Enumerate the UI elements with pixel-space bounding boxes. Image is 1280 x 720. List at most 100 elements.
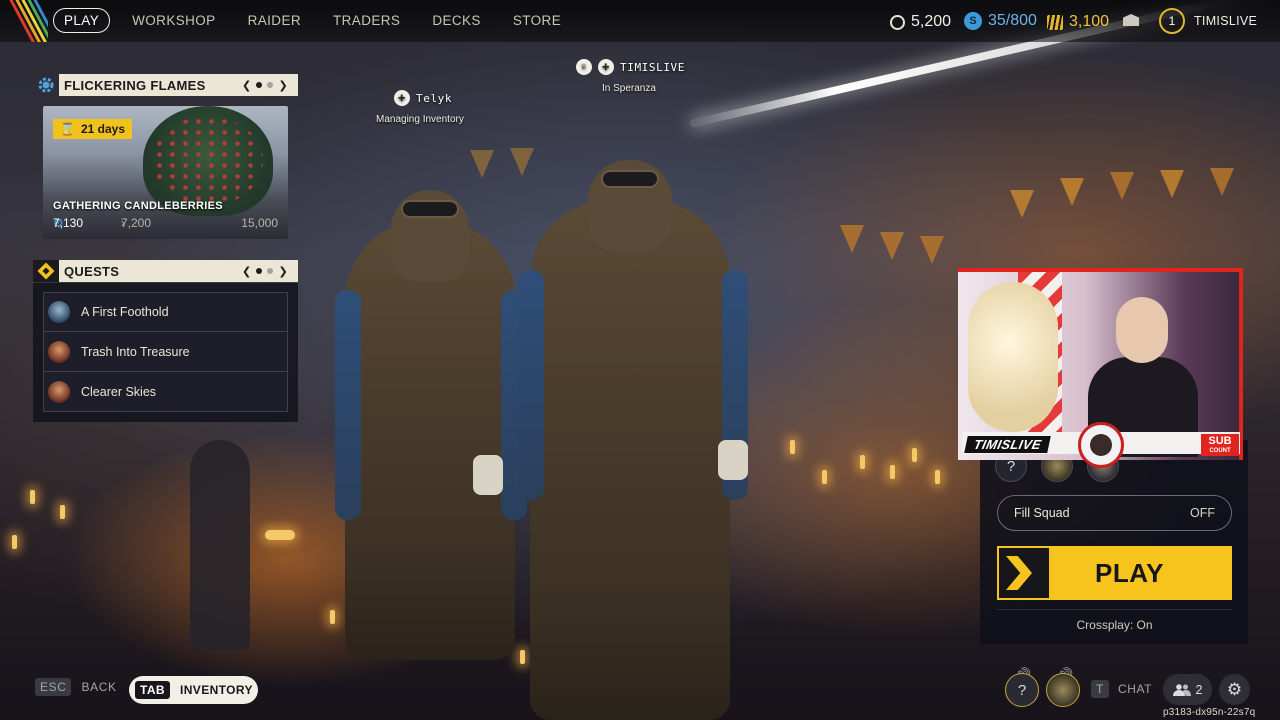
- credits-icon: [1047, 14, 1063, 30]
- crown-icon: ♕: [576, 59, 592, 75]
- candle: [12, 535, 17, 549]
- player-rank-badge[interactable]: 1: [1159, 8, 1185, 34]
- bunting-flag: [880, 232, 904, 260]
- event-title: GATHERING CANDLEBERRIES: [53, 200, 223, 212]
- bunting-flag: [510, 148, 534, 176]
- raider-hood: [588, 160, 672, 252]
- event-card[interactable]: ⌛ 21 days GATHERING CANDLEBERRIES ⚙ 7,13…: [43, 106, 288, 239]
- nav-tab-decks[interactable]: DECKS: [432, 13, 481, 28]
- candle: [520, 650, 525, 664]
- quests-pager[interactable]: ❮ ❯: [242, 265, 288, 278]
- fill-squad-value: OFF: [1190, 506, 1215, 520]
- voice-member-unknown-icon[interactable]: ?: [1005, 673, 1039, 707]
- mail-icon[interactable]: [1123, 14, 1139, 26]
- quest-item[interactable]: Clearer Skies: [43, 372, 288, 412]
- bunting-flag: [470, 150, 494, 178]
- raider-glove: [718, 440, 748, 480]
- quests-panel-header: QUESTS ❮ ❯: [33, 260, 298, 282]
- candle: [330, 610, 335, 624]
- chevron-left-icon[interactable]: ❮: [242, 79, 252, 92]
- inventory-label: INVENTORY: [179, 683, 253, 697]
- chevron-right-icon[interactable]: ❯: [278, 79, 288, 92]
- bunting-flag: [1110, 172, 1134, 200]
- quest-label: Clearer Skies: [81, 384, 157, 399]
- chevron-right-icon[interactable]: ❯: [278, 265, 288, 278]
- voice-member-avatar-icon[interactable]: [1046, 673, 1080, 707]
- bunting-flag: [920, 236, 944, 264]
- goggles: [601, 170, 659, 188]
- main-nav: PLAY WORKSHOP RAIDER TRADERS DECKS STORE: [53, 8, 593, 33]
- quest-item[interactable]: A First Foothold: [43, 292, 288, 332]
- play-button[interactable]: PLAY: [997, 546, 1232, 600]
- bunting-flag: [840, 225, 864, 253]
- add-friend-icon[interactable]: +: [394, 90, 410, 106]
- quest-item[interactable]: Trash Into Treasure: [43, 332, 288, 372]
- raider-hood: [391, 190, 469, 282]
- chat-button[interactable]: T CHAT: [1091, 680, 1152, 698]
- t-key: T: [1091, 680, 1109, 698]
- add-friend-icon[interactable]: +: [598, 59, 614, 75]
- pager-dot-active: [256, 268, 263, 274]
- nav-tab-play[interactable]: PLAY: [53, 8, 111, 33]
- currency-coins-value: 5,200: [911, 13, 952, 30]
- quest-diamond-icon: [37, 262, 55, 280]
- settings-button[interactable]: ⚙: [1219, 674, 1250, 705]
- bunting-flag: [1160, 170, 1184, 198]
- nav-tab-store[interactable]: STORE: [513, 13, 561, 28]
- profile-username[interactable]: TIMISLIVE: [1194, 14, 1257, 28]
- quests-badge: [33, 260, 59, 282]
- currency-credits[interactable]: 3,100: [1047, 13, 1109, 31]
- candle: [860, 455, 865, 469]
- nav-tab-raider[interactable]: RAIDER: [248, 13, 301, 28]
- pager-dot-active: [256, 82, 263, 88]
- sub-count-badge: SUB COUNT: [1201, 434, 1239, 456]
- chevron-left-icon[interactable]: ❮: [242, 265, 252, 278]
- event-timer-badge: ⌛ 21 days: [53, 119, 132, 139]
- party-member-name: Telyk: [416, 91, 453, 105]
- goggles: [401, 200, 459, 218]
- raider-glove: [473, 455, 503, 495]
- tab-key: TAB: [135, 681, 170, 699]
- back-label: BACK: [81, 680, 117, 694]
- snowman-decoration: [968, 282, 1058, 432]
- event-panel-header: FLICKERING FLAMES ❮ ❯: [33, 74, 298, 96]
- event-milestone-1-value: 7,200: [121, 216, 152, 230]
- currency-coins[interactable]: 5,200: [890, 13, 951, 31]
- friends-count: 2: [1195, 682, 1203, 697]
- nav-tab-traders[interactable]: TRADERS: [333, 13, 400, 28]
- bottom-left-actions: ESC BACK: [35, 678, 117, 696]
- candle: [60, 505, 65, 519]
- bunting-flag: [1210, 168, 1234, 196]
- currency-tokens[interactable]: S 35/800: [964, 12, 1037, 30]
- candle: [822, 470, 827, 484]
- coin-icon: [890, 14, 905, 30]
- candle: [790, 440, 795, 454]
- back-button[interactable]: ESC BACK: [35, 678, 117, 696]
- quests-panel-title: QUESTS: [64, 263, 120, 279]
- event-milestone-2: 15,000: [241, 216, 278, 230]
- event-panel-title: FLICKERING FLAMES: [64, 77, 206, 93]
- esc-key: ESC: [35, 678, 72, 696]
- party-member-tag-left[interactable]: + Telyk: [394, 90, 452, 106]
- candle: [30, 490, 35, 504]
- party-member-tag-center[interactable]: ♕ + TIMISLIVE: [576, 59, 685, 75]
- friends-icon: [1172, 683, 1191, 696]
- candle: [935, 470, 940, 484]
- quest-giver-avatar-icon: [48, 301, 70, 323]
- friends-button[interactable]: 2: [1163, 674, 1212, 705]
- raider-character-left: [335, 190, 527, 660]
- crossplay-status: Crossplay: On: [1076, 618, 1153, 632]
- gear-icon: ⚙: [1226, 679, 1243, 699]
- party-member-status: Managing Inventory: [376, 114, 464, 125]
- streamer-face: [1116, 297, 1168, 363]
- quest-giver-avatar-icon: [48, 340, 70, 363]
- sub-count-sublabel: COUNT: [1209, 448, 1231, 454]
- event-pager[interactable]: ❮ ❯: [242, 79, 288, 92]
- top-navigation-bar: PLAY WORKSHOP RAIDER TRADERS DECKS STORE…: [0, 0, 1280, 42]
- nav-tab-workshop[interactable]: WORKSHOP: [132, 13, 215, 28]
- inventory-button[interactable]: TAB INVENTORY: [129, 676, 258, 704]
- currency-tokens-value: 35/800: [988, 12, 1037, 29]
- fill-squad-toggle[interactable]: Fill Squad OFF: [997, 495, 1232, 531]
- bunting-flag: [1060, 178, 1084, 206]
- chevron-right-icon: [999, 548, 1049, 598]
